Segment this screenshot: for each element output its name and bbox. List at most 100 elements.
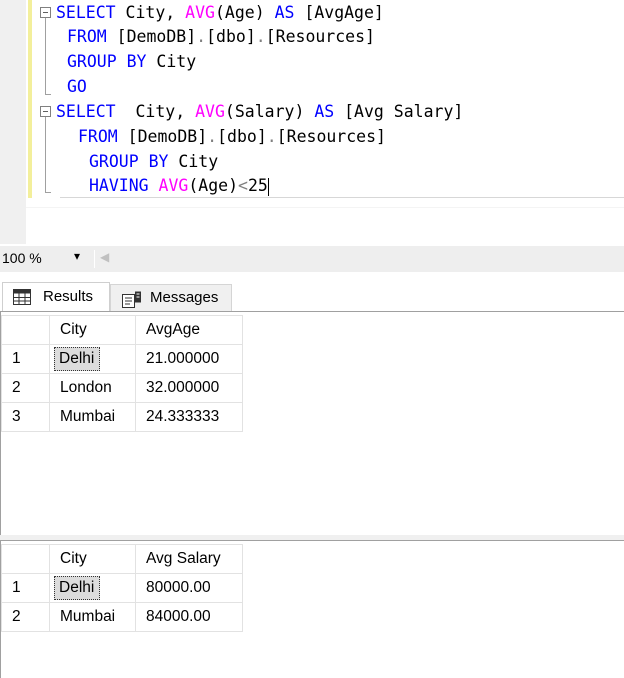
collapse-icon[interactable] — [40, 106, 51, 117]
table-cell[interactable]: London — [49, 373, 136, 403]
selected-cell-value: Delhi — [54, 347, 101, 371]
keyword: BY — [148, 152, 169, 171]
table-row: 2 Mumbai 84000.00 — [1, 602, 243, 632]
code-text: City, — [115, 102, 196, 121]
scroll-left-icon[interactable]: ◀ — [100, 250, 109, 264]
query-editor[interactable]: SELECT City, AVG(Age) AS [AvgAge] FROM [… — [0, 0, 624, 245]
keyword: BY — [126, 52, 147, 71]
column-header[interactable]: Avg Salary — [135, 544, 243, 574]
editor-gutter — [0, 0, 26, 244]
code-text: City — [146, 52, 197, 71]
tab-label: Results — [43, 288, 94, 305]
zoom-level-select[interactable]: 100 % — [2, 250, 42, 266]
messages-icon — [121, 291, 143, 313]
table-cell[interactable]: Delhi — [49, 573, 136, 603]
column-header[interactable]: City — [49, 544, 136, 574]
keyword: GO — [67, 77, 87, 96]
results-grid[interactable]: City Avg Salary 1 Delhi 80000.00 2 Mumba… — [0, 540, 624, 678]
keyword: GROUP — [67, 52, 117, 71]
code-line: SELECT City, AVG(Salary) AS [Avg Salary] — [56, 100, 463, 124]
results-tabs: Results Messages — [0, 272, 624, 583]
table-cell[interactable]: Mumbai — [49, 602, 136, 632]
divider — [94, 250, 95, 268]
keyword: FROM — [78, 127, 118, 146]
code-line: GO — [67, 75, 87, 99]
keyword: SELECT — [56, 102, 116, 121]
tab-results[interactable]: Results — [2, 282, 110, 311]
function-name: AVG — [185, 3, 215, 22]
table-cell[interactable]: 21.000000 — [135, 344, 243, 374]
table-row: 1 Delhi 21.000000 — [1, 344, 243, 374]
editor-empty-area[interactable] — [26, 207, 624, 245]
code-text: [Avg Salary] — [334, 102, 464, 121]
tab-messages[interactable]: Messages — [110, 284, 232, 311]
table-row: 2 London 32.000000 — [1, 373, 243, 403]
code-line: FROM [DemoDB].[dbo].[Resources] — [67, 25, 375, 49]
row-number[interactable]: 2 — [1, 373, 50, 403]
header-row: City AvgAge — [1, 315, 243, 345]
code-text: City — [168, 152, 219, 171]
row-number[interactable]: 2 — [1, 602, 50, 632]
function-name: AVG — [195, 102, 225, 121]
row-number-header[interactable] — [1, 544, 50, 574]
results-table: City AvgAge 1 Delhi 21.000000 2 London 3… — [1, 315, 243, 432]
code-text: [dbo] — [217, 127, 267, 146]
function-name: AVG — [158, 176, 189, 195]
keyword: AS — [274, 3, 295, 22]
column-header[interactable]: AvgAge — [135, 315, 243, 345]
table-cell[interactable]: 84000.00 — [135, 602, 243, 632]
code-line: GROUP BY City — [67, 50, 196, 74]
results-table: City Avg Salary 1 Delhi 80000.00 2 Mumba… — [1, 544, 243, 632]
table-row: 3 Mumbai 24.333333 — [1, 402, 243, 432]
selected-cell-value: Delhi — [54, 576, 101, 600]
fold-guide-end — [45, 192, 51, 193]
zoom-bar: 100 % ▾ ◀ — [0, 246, 624, 272]
column-header[interactable]: City — [49, 315, 136, 345]
chevron-down-icon[interactable]: ▾ — [74, 249, 80, 263]
table-cell[interactable]: 32.000000 — [135, 373, 243, 403]
row-number[interactable]: 1 — [1, 573, 50, 603]
code-line: GROUP BY City — [89, 150, 218, 174]
code-text: [DemoDB] — [106, 27, 197, 46]
table-cell[interactable]: 80000.00 — [135, 573, 243, 603]
code-text: [Resources] — [265, 27, 375, 46]
keyword: SELECT — [56, 3, 116, 22]
keyword: GROUP — [89, 152, 139, 171]
code-punctuation: . — [196, 27, 207, 46]
header-row: City Avg Salary — [1, 544, 243, 574]
row-number[interactable]: 1 — [1, 344, 50, 374]
row-number-header[interactable] — [1, 315, 50, 345]
code-operator: < — [238, 176, 248, 195]
code-text: (Salary) — [224, 102, 315, 121]
table-cell[interactable]: Delhi — [49, 344, 136, 374]
code-line: HAVING AVG(Age)<25 — [89, 174, 269, 198]
grid-icon — [13, 289, 31, 309]
code-punctuation: . — [255, 27, 266, 46]
code-text: [DemoDB] — [117, 127, 208, 146]
fold-guide-end — [45, 94, 51, 95]
code-line: SELECT City, AVG(Age) AS [AvgAge] — [56, 1, 384, 25]
code-text: (Age) — [214, 3, 275, 22]
code-punctuation: . — [207, 127, 218, 146]
code-text: [Resources] — [276, 127, 386, 146]
table-cell[interactable]: Mumbai — [49, 402, 136, 432]
code-text: (Age) — [188, 176, 239, 195]
text-caret — [267, 177, 269, 196]
fold-guide — [45, 117, 46, 192]
code-text: City, — [115, 3, 186, 22]
results-grid[interactable]: City AvgAge 1 Delhi 21.000000 2 London 3… — [0, 311, 624, 535]
keyword: AS — [314, 102, 335, 121]
code-text: [dbo] — [206, 27, 256, 46]
table-cell[interactable]: 24.333333 — [135, 402, 243, 432]
row-number[interactable]: 3 — [1, 402, 50, 432]
collapse-icon[interactable] — [40, 7, 51, 18]
tab-label: Messages — [150, 289, 219, 306]
fold-guide — [45, 18, 46, 94]
code-text: [AvgAge] — [294, 3, 384, 22]
keyword: FROM — [67, 27, 107, 46]
table-row: 1 Delhi 80000.00 — [1, 573, 243, 603]
code-punctuation: . — [266, 127, 277, 146]
